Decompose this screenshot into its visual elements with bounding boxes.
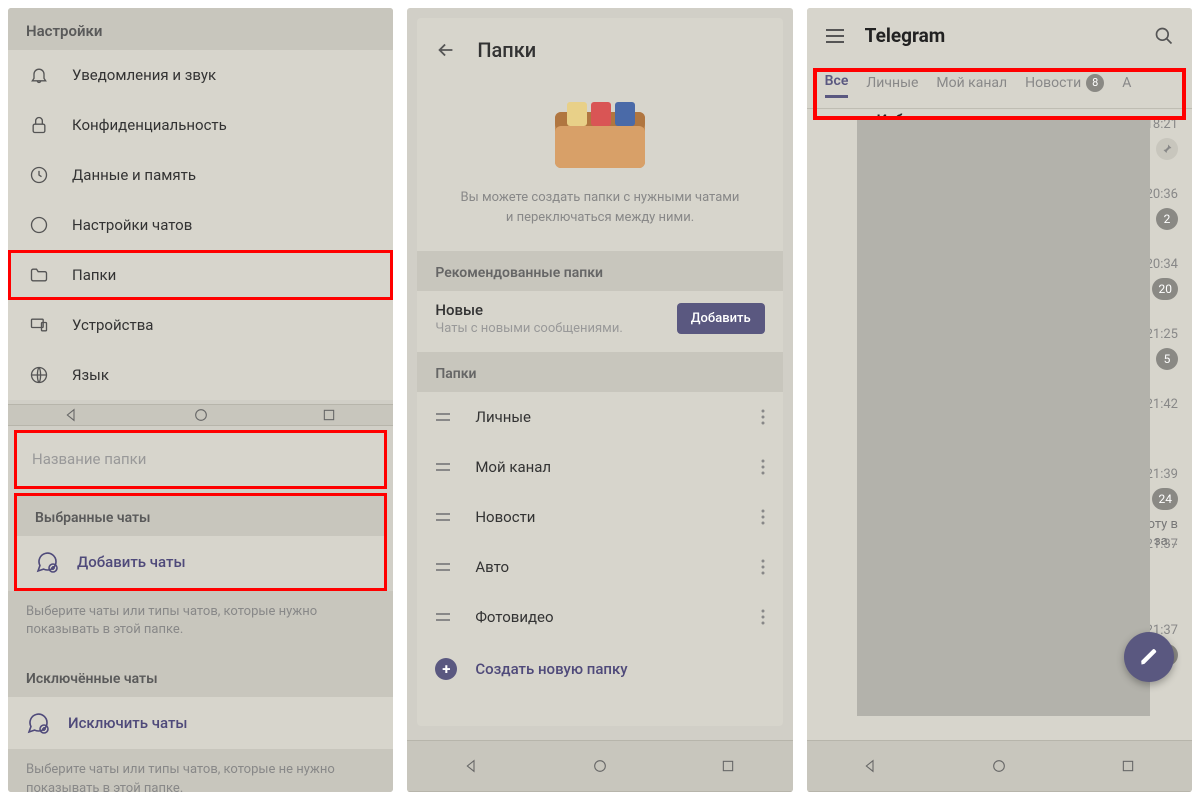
back-arrow-icon[interactable] [435, 39, 457, 61]
plus-circle-icon: + [435, 658, 457, 680]
drag-handle-icon[interactable] [435, 411, 453, 423]
settings-item-label: Данные и память [72, 166, 196, 184]
menu-icon[interactable] [825, 28, 845, 44]
nav-home-icon[interactable] [590, 756, 610, 776]
tab-personal[interactable]: Личные [866, 75, 918, 97]
reco-title: Новые [435, 301, 622, 319]
excluded-chats-hint: Выберите чаты или типы чатов, которые не… [8, 749, 393, 792]
settings-item-label: Язык [72, 366, 109, 384]
folder-row[interactable]: Мой канал [417, 442, 782, 492]
folder-row[interactable]: Личные [417, 392, 782, 442]
exclude-chats-label: Исключить чаты [68, 714, 188, 732]
folder-row[interactable]: Новости [417, 492, 782, 542]
excluded-chats-header: Исключённые чаты [8, 657, 393, 697]
settings-item-notifications[interactable]: Уведомления и звук [8, 50, 393, 100]
pencil-icon [1139, 647, 1159, 667]
tab-my-channel[interactable]: Мой канал [936, 75, 1007, 97]
settings-item-label: Настройки чатов [72, 216, 192, 234]
folders-illustration-icon [545, 96, 655, 174]
page-title: Папки [477, 38, 536, 62]
folder-name-input[interactable]: Название папки [14, 430, 387, 489]
drag-handle-icon[interactable] [435, 461, 453, 473]
chat-list[interactable]: Избранное 18:21 20:362 20:3420 21:255 21… [807, 109, 1192, 740]
settings-item-label: Уведомления и звук [72, 66, 216, 84]
chat-add-icon [35, 550, 59, 574]
settings-header: Настройки [8, 8, 393, 50]
create-new-folder-button[interactable]: + Создать новую папку [417, 642, 782, 696]
settings-item-devices[interactable]: Устройства [8, 300, 393, 350]
settings-item-data[interactable]: Данные и память [8, 150, 393, 200]
tab-badge: 8 [1086, 74, 1104, 92]
nav-home-icon[interactable] [191, 405, 211, 425]
settings-item-language[interactable]: Язык [8, 350, 393, 400]
folders-page-header: Папки [417, 18, 782, 82]
recommended-header: Рекомендованные папки [417, 251, 782, 291]
settings-item-label: Устройства [72, 316, 153, 334]
folder-label: Мой канал [475, 458, 551, 476]
add-recommended-button[interactable]: Добавить [677, 303, 765, 334]
nav-back-icon[interactable] [861, 756, 881, 776]
android-nav-bar [407, 740, 792, 792]
settings-item-label: Папки [72, 266, 116, 284]
more-icon[interactable] [761, 459, 765, 475]
bell-icon [28, 64, 50, 86]
recommended-folder-row: Новые Чаты с новыми сообщениями. Добавит… [417, 291, 782, 352]
nav-recent-icon[interactable] [319, 405, 339, 425]
android-nav-bar [807, 740, 1192, 792]
globe-icon [28, 364, 50, 386]
folder-tabs: Все Личные Мой канал Новости8 А [807, 63, 1192, 109]
folder-row[interactable]: Фотовидео [417, 592, 782, 642]
tab-all[interactable]: Все [825, 73, 849, 98]
settings-item-chat-settings[interactable]: Настройки чатов [8, 200, 393, 250]
hero-section: Вы можете создать папки с нужными чатами… [417, 82, 782, 251]
more-icon[interactable] [761, 409, 765, 425]
clock-icon [28, 164, 50, 186]
folder-row[interactable]: Авто [417, 542, 782, 592]
folder-icon [28, 264, 50, 286]
settings-item-label: Конфиденциальность [72, 116, 227, 134]
chat-add-icon [26, 711, 50, 735]
chat-icon [28, 214, 50, 236]
selected-chats-hint: Выберите чаты или типы чатов, которые ну… [8, 591, 393, 657]
exclude-chats-button[interactable]: Исключить чаты [8, 697, 393, 749]
folder-label: Личные [475, 408, 531, 426]
drag-handle-icon[interactable] [435, 561, 453, 573]
more-icon[interactable] [761, 559, 765, 575]
nav-recent-icon[interactable] [718, 756, 738, 776]
folder-label: Новости [475, 508, 535, 526]
selected-chats-header: Выбранные чаты [17, 496, 384, 536]
redacted-overlay [857, 117, 1150, 716]
more-icon[interactable] [761, 509, 765, 525]
search-icon[interactable] [1154, 26, 1174, 46]
unread-badge: 2 [1156, 208, 1178, 230]
folder-label: Авто [475, 558, 509, 576]
devices-icon [28, 314, 50, 336]
nav-home-icon[interactable] [989, 756, 1009, 776]
add-chats-label: Добавить чаты [77, 553, 186, 571]
compose-fab[interactable] [1124, 632, 1174, 682]
drag-handle-icon[interactable] [435, 611, 453, 623]
nav-recent-icon[interactable] [1118, 756, 1138, 776]
folder-label: Фотовидео [475, 608, 553, 626]
lock-icon [28, 114, 50, 136]
tab-news[interactable]: Новости8 [1025, 74, 1104, 98]
pin-icon [1156, 138, 1178, 160]
drag-handle-icon[interactable] [435, 511, 453, 523]
unread-badge: 5 [1156, 348, 1178, 370]
add-chats-button[interactable]: Добавить чаты [17, 536, 384, 588]
nav-back-icon[interactable] [462, 756, 482, 776]
unread-badge: 24 [1152, 488, 1178, 510]
nav-back-icon[interactable] [62, 405, 82, 425]
main-header: Telegram [807, 8, 1192, 63]
unread-badge: 20 [1152, 278, 1178, 300]
reco-subtitle: Чаты с новыми сообщениями. [435, 321, 622, 336]
app-title: Telegram [865, 24, 1134, 47]
create-new-label: Создать новую папку [475, 660, 627, 678]
android-nav-bar [8, 404, 393, 426]
folders-list-header: Папки [417, 352, 782, 392]
settings-item-folders[interactable]: Папки [8, 250, 393, 300]
tab-extra[interactable]: А [1122, 75, 1131, 97]
settings-item-privacy[interactable]: Конфиденциальность [8, 100, 393, 150]
more-icon[interactable] [761, 609, 765, 625]
